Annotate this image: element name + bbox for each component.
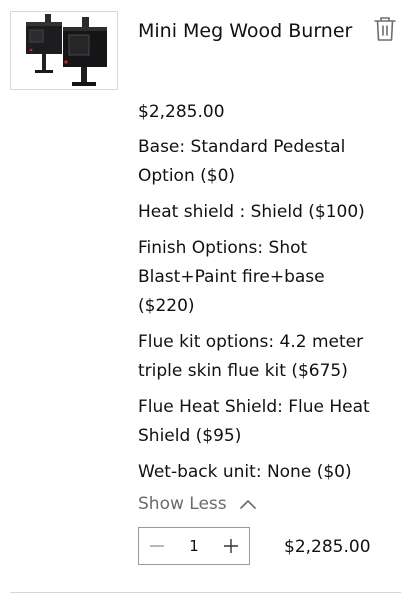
option-flue-kit: Flue kit options: 4.2 meter triple skin … (138, 332, 364, 381)
product-thumbnail[interactable] (10, 11, 118, 90)
option-base: Base: Standard Pedestal Option ($0) (138, 137, 346, 186)
option-wet-back: Wet-back unit: None ($0) (138, 462, 352, 482)
product-price: $2,285.00 (138, 102, 225, 122)
selected-options-list: Base: Standard Pedestal Option ($0) Heat… (138, 133, 378, 494)
remove-item-button[interactable] (372, 15, 398, 43)
minus-icon (150, 545, 164, 547)
line-total-price: $2,285.00 (284, 537, 371, 557)
plus-icon (223, 539, 238, 553)
increase-quantity-button[interactable] (221, 536, 241, 556)
quantity-value[interactable]: 1 (189, 537, 199, 555)
show-less-label: Show Less (138, 494, 227, 514)
option-finish: Finish Options: Shot Blast+Paint fire+ba… (138, 238, 325, 316)
trash-icon (374, 17, 396, 41)
show-less-toggle[interactable]: Show Less (138, 490, 257, 518)
quantity-stepper: 1 (138, 527, 250, 565)
product-title[interactable]: Mini Meg Wood Burner (138, 16, 363, 47)
option-heat-shield: Heat shield : Shield ($100) (138, 202, 365, 222)
option-flue-heat-shield: Flue Heat Shield: Flue Heat Shield ($95) (138, 397, 370, 446)
chevron-up-icon (239, 500, 256, 509)
item-divider (10, 592, 401, 593)
decrease-quantity-button[interactable] (147, 536, 167, 556)
wood-burner-image (11, 12, 117, 89)
